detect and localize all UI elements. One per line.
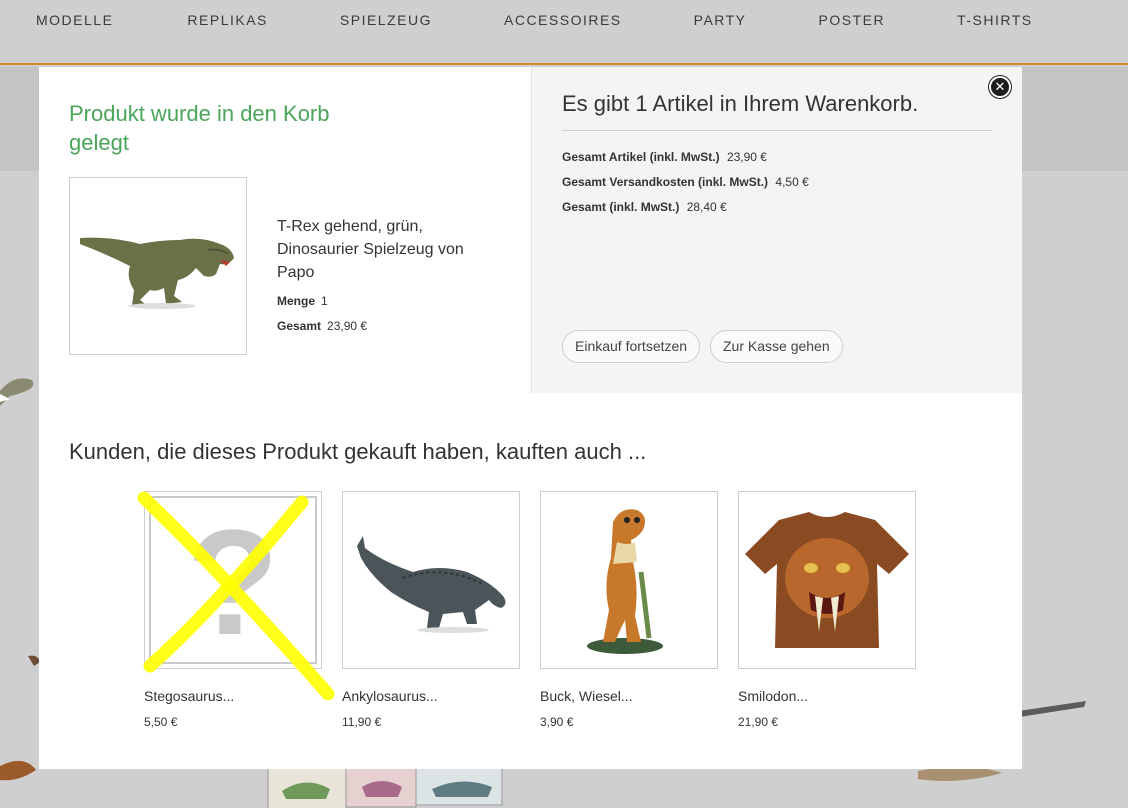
nav-item-modelle[interactable]: MODELLE (36, 12, 113, 28)
product-quantity: Menge 1 (277, 294, 328, 308)
recommended-product-price: 11,90 € (342, 715, 382, 729)
checkout-button[interactable]: Zur Kasse gehen (710, 330, 843, 363)
recommended-product-name[interactable]: Smilodon... (738, 688, 916, 704)
close-icon: ✕ (994, 79, 1006, 94)
product-image[interactable] (540, 491, 718, 669)
nav-item-tshirts[interactable]: T-SHIRTS (957, 12, 1033, 28)
product-name: T-Rex gehend, grün, Dinosaurier Spielzeu… (277, 218, 464, 281)
nav-item-spielzeug[interactable]: SPIELZEUG (340, 12, 432, 28)
added-product-pane: Produkt wurde in den Korb gelegt T-Rex g… (39, 67, 531, 393)
nav-item-poster[interactable]: POSTER (819, 12, 886, 28)
annotation-cross-mark (137, 491, 335, 700)
trex-image (80, 237, 234, 309)
items-total-line: Gesamt Artikel (inkl. MwSt.) 23,90 € (562, 150, 767, 164)
items-total-value: 23,90 € (726, 150, 767, 164)
nav-item-party[interactable]: PARTY (694, 12, 747, 28)
recommendations-title: Kunden, die dieses Produkt gekauft haben… (69, 439, 647, 464)
recommended-product-smilodon[interactable]: Smilodon... 21,90 € (738, 491, 916, 729)
shipping-total-line: Gesamt Versandkosten (inkl. MwSt.) 4,50 … (562, 175, 809, 189)
continue-shopping-button[interactable]: Einkauf fortsetzen (562, 330, 701, 363)
weasel-figure-image (587, 509, 663, 654)
shipping-total-label: Gesamt Versandkosten (inkl. MwSt.) (562, 175, 769, 189)
smilodon-tshirt-image (745, 512, 909, 648)
close-modal-button[interactable]: ✕ (989, 76, 1011, 98)
grand-total-line: Gesamt (inkl. MwSt.) 28,40 € (562, 200, 727, 214)
product-thumbnail (69, 177, 247, 355)
divider (562, 130, 992, 131)
recommended-product-name[interactable]: Buck, Wiesel... (540, 688, 718, 704)
nav-item-accessoires[interactable]: ACCESSOIRES (504, 12, 622, 28)
top-navigation: MODELLE REPLIKAS SPIELZEUG ACCESSOIRES P… (0, 0, 1128, 65)
cart-summary-pane: Es gibt 1 Artikel in Ihrem Warenkorb. Ge… (531, 67, 1022, 393)
main-menu: MODELLE REPLIKAS SPIELZEUG ACCESSOIRES P… (36, 12, 1033, 28)
product-image[interactable] (738, 491, 916, 669)
product-total-label: Gesamt (277, 319, 322, 333)
ankylosaurus-image (357, 536, 506, 633)
added-to-cart-title: Produkt wurde in den Korb gelegt (69, 101, 330, 155)
modal-header-section: Produkt wurde in den Korb gelegt T-Rex g… (39, 67, 1022, 393)
recommended-product-name[interactable]: Ankylosaurus... (342, 688, 520, 704)
product-total: Gesamt 23,90 € (277, 319, 367, 333)
cart-summary-title: Es gibt 1 Artikel in Ihrem Warenkorb. (562, 91, 919, 116)
items-total-label: Gesamt Artikel (inkl. MwSt.) (562, 150, 720, 164)
grand-total-value: 28,40 € (686, 200, 727, 214)
quantity-value: 1 (321, 294, 328, 308)
product-image[interactable] (342, 491, 520, 669)
quantity-label: Menge (277, 294, 316, 308)
nav-item-replikas[interactable]: REPLIKAS (187, 12, 267, 28)
grand-total-label: Gesamt (inkl. MwSt.) (562, 200, 680, 214)
recommended-product-price: 21,90 € (738, 715, 779, 729)
recommended-product-buck-weasel[interactable]: Buck, Wiesel... 3,90 € (540, 491, 718, 729)
background-dinosaur-image (0, 378, 34, 406)
product-total-value: 23,90 € (327, 319, 368, 333)
recommended-product-price: 3,90 € (540, 715, 574, 729)
recommended-product-price: 5,50 € (144, 715, 178, 729)
recommended-product-ankylosaurus[interactable]: Ankylosaurus... 11,90 € (342, 491, 520, 729)
shipping-total-value: 4,50 € (775, 175, 809, 189)
